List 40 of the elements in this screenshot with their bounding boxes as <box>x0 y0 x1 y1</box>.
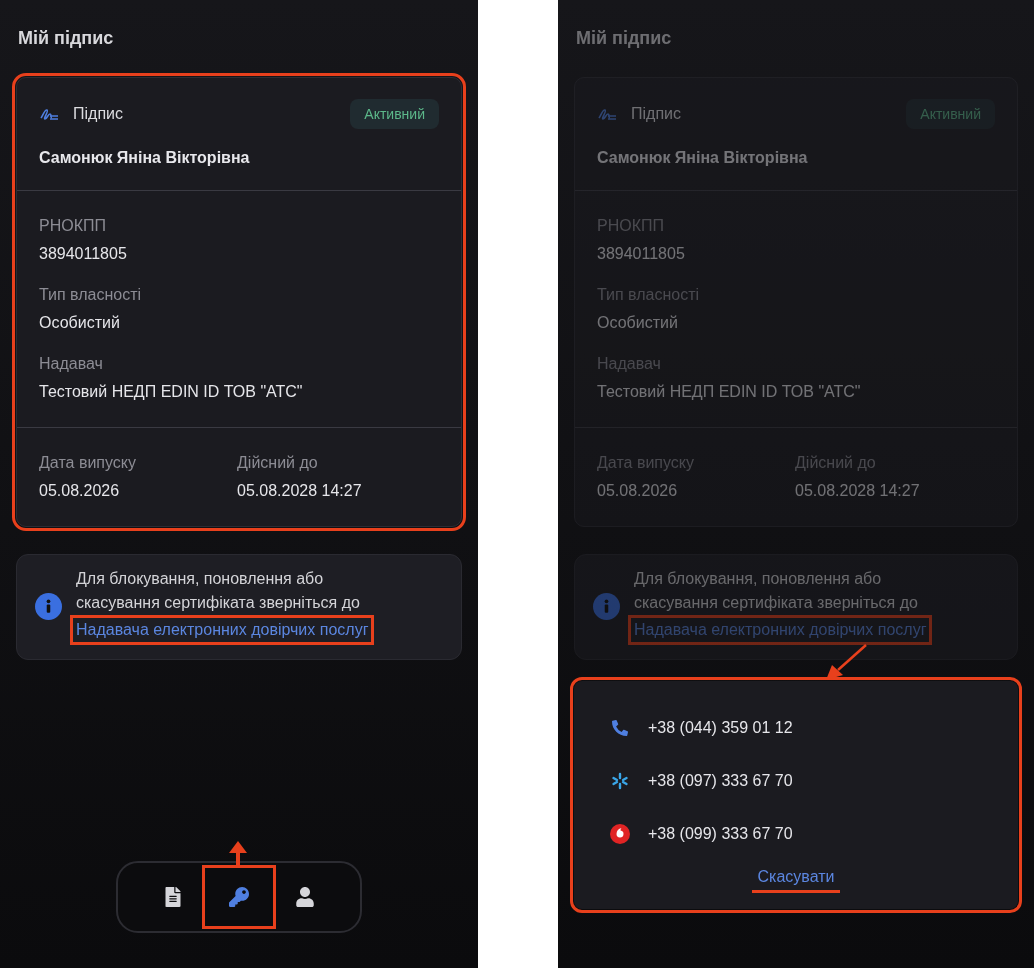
asterisk-star-icon <box>611 771 629 790</box>
cancel-button[interactable]: Скасувати <box>751 866 841 893</box>
field-value: Особистий <box>39 313 121 333</box>
date-label: Дата випуску <box>39 453 137 473</box>
date-value: 05.08.2026 <box>39 481 121 501</box>
owner-name: Самонюк Яніна Вікторівна <box>39 149 251 167</box>
page-title: Мій підпис <box>576 28 673 49</box>
date-value: 05.08.2026 <box>597 481 679 501</box>
key-icon <box>229 887 249 907</box>
phone-number-link[interactable]: +38 (044) 359 01 12 <box>574 701 1018 754</box>
field-value: Особистий <box>597 313 679 333</box>
card-type-label: Підпис <box>73 105 123 123</box>
info-icon <box>35 592 62 620</box>
page-title: Мій підпис <box>18 28 115 49</box>
owner-name: Самонюк Яніна Вікторівна <box>597 149 809 167</box>
info-icon <box>593 592 620 620</box>
info-text: Для блокування, поновлення або скасування сертифіката зверніться до <box>76 569 361 613</box>
info-text: Для блокування, поновлення або скасування сертифіката зверніться до <box>634 569 919 613</box>
date-value: 05.08.2028 14:27 <box>795 481 921 501</box>
status-badge: Активний <box>906 99 995 129</box>
phone-number-link[interactable]: +38 (099) 333 67 70 <box>574 807 1018 860</box>
signature-icon <box>39 107 59 121</box>
field-label: Надавач <box>39 354 104 374</box>
field-value: Тестовий НЕДП EDIN ID ТОВ "АТС" <box>597 382 862 402</box>
date-value: 05.08.2028 14:27 <box>237 481 363 501</box>
field-value: 3894011805 <box>39 244 128 264</box>
document-icon <box>163 887 183 907</box>
phone-number-link[interactable]: +38 (097) 333 67 70 <box>574 754 1018 807</box>
card-type-label: Підпис <box>631 105 681 123</box>
field-value: Тестовий НЕДП EDIN ID ТОВ "АТС" <box>39 382 304 402</box>
field-label: Тип власності <box>39 285 143 305</box>
field-label: РНОКПП <box>39 216 107 236</box>
signature-icon <box>597 107 617 121</box>
phone-icon <box>612 719 628 736</box>
date-label: Дійсний до <box>237 453 319 473</box>
provider-link[interactable]: Надавача електронних довірчих послуг <box>70 615 375 645</box>
speech-mark-icon <box>610 823 630 844</box>
status-badge: Активний <box>350 99 439 129</box>
field-value: 3894011805 <box>597 244 686 264</box>
person-icon <box>295 887 315 907</box>
